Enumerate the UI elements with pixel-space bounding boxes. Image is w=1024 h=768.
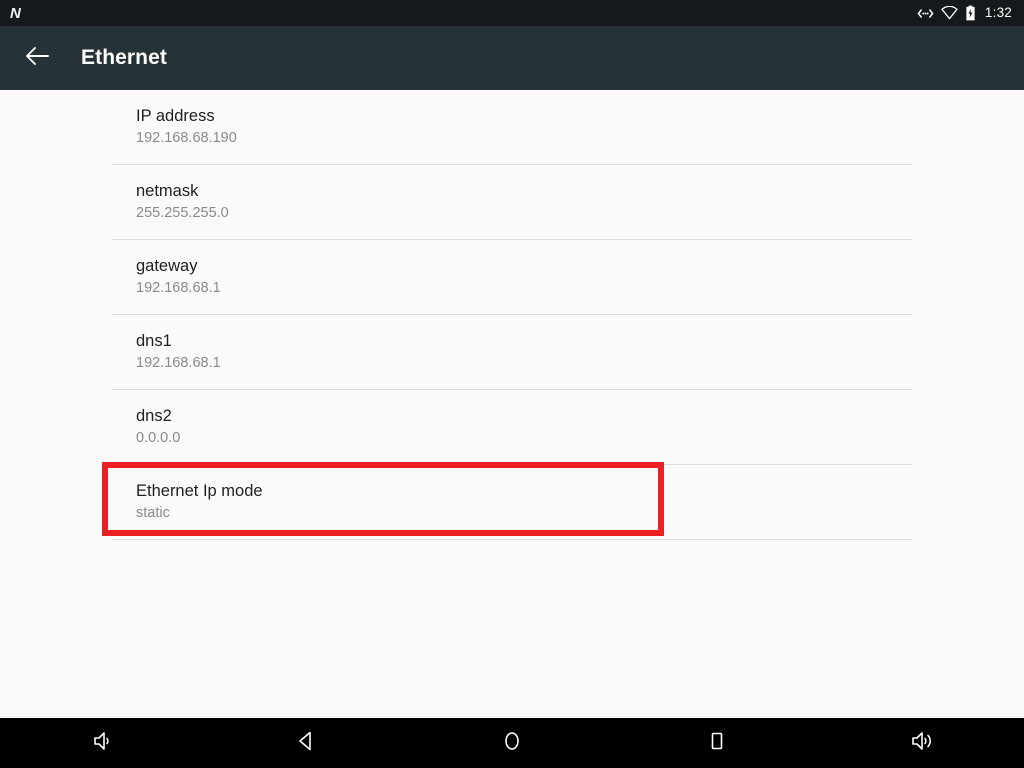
preference-row[interactable]: dns2 0.0.0.0 xyxy=(112,390,912,464)
recents-button[interactable] xyxy=(614,718,819,768)
page-title: Ethernet xyxy=(81,46,167,69)
preference-summary: 192.168.68.1 xyxy=(136,355,221,372)
preference-summary: 192.168.68.1 xyxy=(136,280,221,297)
wifi-no-signal-icon xyxy=(941,6,958,20)
volume-down-icon xyxy=(88,728,116,759)
home-button[interactable] xyxy=(410,718,615,768)
triangle-back-icon xyxy=(293,728,321,759)
volume-up-button[interactable] xyxy=(819,718,1024,768)
android-screen: N 1:32 Ethernet IP address 192.168.68.19… xyxy=(0,0,1024,768)
preference-title: IP address xyxy=(136,107,215,126)
preference-row[interactable]: dns1 192.168.68.1 xyxy=(112,315,912,389)
square-recents-icon xyxy=(703,728,731,759)
preference-title: dns1 xyxy=(136,332,172,351)
preference-list: IP address 192.168.68.190 netmask 255.255.2… xyxy=(112,90,912,540)
volume-up-icon xyxy=(907,728,937,759)
preference-row[interactable]: gateway 192.168.68.1 xyxy=(112,240,912,314)
arrow-left-icon xyxy=(25,45,50,72)
settings-content: IP address 192.168.68.190 netmask 255.255.2… xyxy=(0,90,1024,718)
battery-charging-icon xyxy=(965,5,976,21)
preference-row[interactable]: IP address 192.168.68.190 xyxy=(112,90,912,164)
back-button[interactable] xyxy=(205,718,410,768)
preference-title: Ethernet Ip mode xyxy=(136,482,263,501)
preference-summary: static xyxy=(136,505,170,522)
circle-home-icon xyxy=(498,728,526,759)
status-bar-right: 1:32 xyxy=(917,5,1012,21)
preference-title: dns2 xyxy=(136,407,172,426)
preference-row[interactable]: netmask 255.255.255.0 xyxy=(112,165,912,239)
system-navigation-bar xyxy=(0,718,1024,768)
preference-summary: 192.168.68.190 xyxy=(136,130,237,147)
preference-title: gateway xyxy=(136,257,198,276)
ethernet-icon xyxy=(917,7,934,20)
status-bar-left: N xyxy=(10,4,21,22)
volume-down-button[interactable] xyxy=(0,718,205,768)
list-divider xyxy=(112,539,912,540)
status-bar-clock: 1:32 xyxy=(984,5,1012,21)
app-bar: Ethernet xyxy=(0,26,1024,90)
android-nougat-logo: N xyxy=(10,4,21,22)
preference-row[interactable]: Ethernet Ip mode static xyxy=(112,465,912,539)
preference-title: netmask xyxy=(136,182,199,201)
status-bar: N 1:32 xyxy=(0,0,1024,26)
navigate-up-button[interactable] xyxy=(13,34,61,82)
preference-summary: 0.0.0.0 xyxy=(136,430,181,447)
preference-summary: 255.255.255.0 xyxy=(136,205,229,222)
